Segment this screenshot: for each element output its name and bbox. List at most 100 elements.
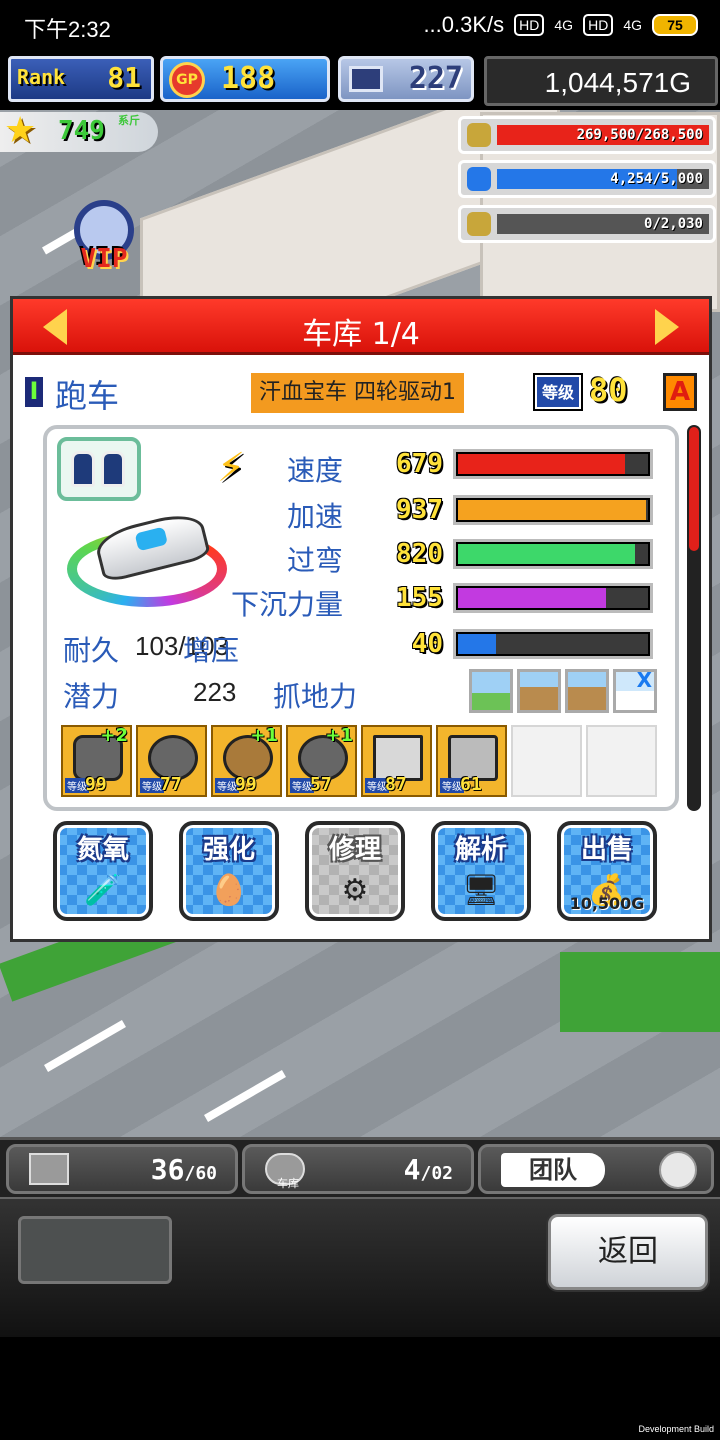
stat-fill	[458, 500, 647, 520]
resource-bar-coins[interactable]: 269,500/268,500	[458, 116, 716, 154]
part-tire[interactable]: 等级 77	[136, 725, 207, 797]
empty-slot	[18, 1216, 172, 1284]
panel-scrollbar[interactable]	[687, 425, 701, 811]
repair-button[interactable]: 修理 ⚙	[305, 821, 405, 921]
sell-price: 10,500G	[569, 894, 645, 913]
stat-boost-value: 40	[411, 629, 443, 659]
nitro-bottle-icon: 🧪	[84, 873, 122, 908]
class-name: 跑车	[55, 377, 120, 415]
enhance-button[interactable]: 强化 🥚	[179, 821, 279, 921]
garage-count-value: 4	[403, 1153, 421, 1186]
part-turbo[interactable]: +1 等级 57	[286, 725, 357, 797]
status-time: 下午2:32	[24, 17, 111, 42]
rank-value: 81	[107, 61, 141, 94]
stat-fill	[458, 634, 496, 654]
next-arrow-icon[interactable]	[655, 309, 679, 345]
repair-label: 修理	[328, 835, 381, 865]
sell-button[interactable]: 出售 💰 10,500G	[557, 821, 657, 921]
stat-speed-value: 679	[396, 449, 443, 479]
scrollbar-thumb[interactable]	[689, 427, 699, 551]
part-level: 61	[460, 774, 482, 795]
car-stats-card: ⚡ 速度 679 加速 937 过弯 820 下沉力量 155 耐久 103/1…	[43, 425, 679, 811]
sell-label: 出售	[580, 835, 633, 865]
part-chip[interactable]: 等级 87	[361, 725, 432, 797]
stat-speed-label: 速度	[286, 454, 343, 487]
rank-display[interactable]: Rank 81	[8, 56, 154, 102]
terrain-snow-icon: X	[613, 668, 657, 713]
stat-boost-bar	[453, 629, 653, 659]
signal-icon-2: 4G	[623, 17, 642, 33]
wheat-icon	[467, 212, 491, 236]
resource-track: 0/2,030	[497, 214, 709, 234]
part-level: 77	[160, 774, 182, 795]
resource-bar-fuel[interactable]: 4,254/5,000	[458, 160, 716, 198]
net-speed: ...0.3K/s	[423, 12, 505, 37]
stat-fill	[458, 544, 635, 564]
fans-value: 749	[58, 116, 105, 146]
nitro-label: 氮氧	[76, 835, 129, 865]
durability-label: 耐久	[63, 634, 120, 667]
back-button[interactable]: 返回	[548, 1214, 708, 1290]
money-display: 1,044,571G	[484, 56, 718, 106]
hd-icon-2: HD	[583, 14, 614, 36]
signal-icon: 4G	[554, 17, 574, 33]
analyze-button[interactable]: 解析 🖥	[431, 821, 531, 921]
resource-bar-wheat[interactable]: 0/2,030	[458, 205, 716, 243]
terrain-mountain-icon	[517, 669, 561, 713]
crate-icon	[29, 1153, 69, 1185]
vip-button[interactable]: VIP	[66, 200, 142, 276]
dev-build-label: Development Build	[638, 1424, 714, 1434]
fans-display[interactable]: ★ 749 系斤	[0, 112, 158, 152]
battery-icon: 75	[652, 14, 698, 36]
stat-downforce-label: 下沉力量	[230, 588, 343, 621]
hd-icon: HD	[514, 14, 545, 36]
part-slot-empty[interactable]	[511, 725, 582, 797]
action-buttons: 氮氧 🧪 强化 🥚 修理 ⚙ 解析 🖥 出售 💰 10,500G	[53, 821, 683, 925]
tab-items[interactable]: 36/60	[6, 1144, 238, 1194]
class-badge: I	[25, 377, 43, 407]
potential-value: 223	[193, 677, 237, 707]
part-slot-empty[interactable]	[586, 725, 657, 797]
items-count: 36/60	[151, 1153, 217, 1186]
grip-terrain-icons: X	[469, 668, 659, 715]
stat-boost-label: 增压	[182, 634, 239, 667]
nitro-button[interactable]: 氮氧 🧪	[53, 821, 153, 921]
items-max-value: /60	[184, 1163, 217, 1184]
tab-team[interactable]: 团队	[478, 1144, 714, 1194]
research-points-value: 227	[408, 61, 463, 96]
nitro-tanks[interactable]	[57, 437, 141, 501]
stat-fill	[458, 454, 626, 474]
stat-downforce-bar	[453, 583, 653, 613]
analyze-label: 解析	[454, 835, 507, 865]
car-name[interactable]: 汗血宝车 四轮驱动1	[251, 373, 464, 413]
part-spoiler[interactable]: 等级 61	[436, 725, 507, 797]
terrain-road-icon	[469, 669, 513, 713]
part-engine[interactable]: +2 等级 99	[61, 725, 132, 797]
parts-row: +2 等级 99 等级 77 +1 等级 99 +1 等级 57 等级 87 等…	[61, 725, 671, 797]
part-plus: +1	[250, 725, 278, 746]
garage-count: 4/02	[404, 1153, 453, 1186]
road-line	[204, 1070, 286, 1122]
garage-panel: 车库 1/4 I 跑车 汗血宝车 四轮驱动1 等级 80 A ⚡ 速度 679 …	[10, 296, 712, 942]
gp-display[interactable]: GP 188	[160, 56, 330, 102]
stat-speed-bar	[453, 449, 653, 479]
team-label: 团队	[501, 1153, 605, 1187]
computer-icon	[349, 66, 383, 92]
fuel-bottle-icon	[467, 167, 491, 191]
garage-max-value: /02	[420, 1163, 453, 1184]
resource-track: 269,500/268,500	[497, 125, 709, 145]
research-points-display[interactable]: 227	[338, 56, 474, 102]
car-image	[67, 508, 231, 609]
star-icon: ★	[4, 110, 37, 151]
grade-badge: A	[663, 373, 697, 411]
part-brake[interactable]: +1 等级 99	[211, 725, 282, 797]
stat-accel-value: 937	[396, 495, 443, 525]
road-line	[44, 1020, 126, 1072]
tab-garage[interactable]: 车库 4/02	[242, 1144, 474, 1194]
bottom-tab-bar: 36/60 车库 4/02 团队	[0, 1137, 720, 1197]
fans-tag: 系斤	[118, 114, 140, 127]
gp-coin-icon: GP	[169, 62, 205, 98]
nitro-can-icon	[71, 451, 95, 487]
grip-x-mark: X	[636, 668, 652, 692]
money-value: 1,044,571G	[544, 67, 691, 98]
